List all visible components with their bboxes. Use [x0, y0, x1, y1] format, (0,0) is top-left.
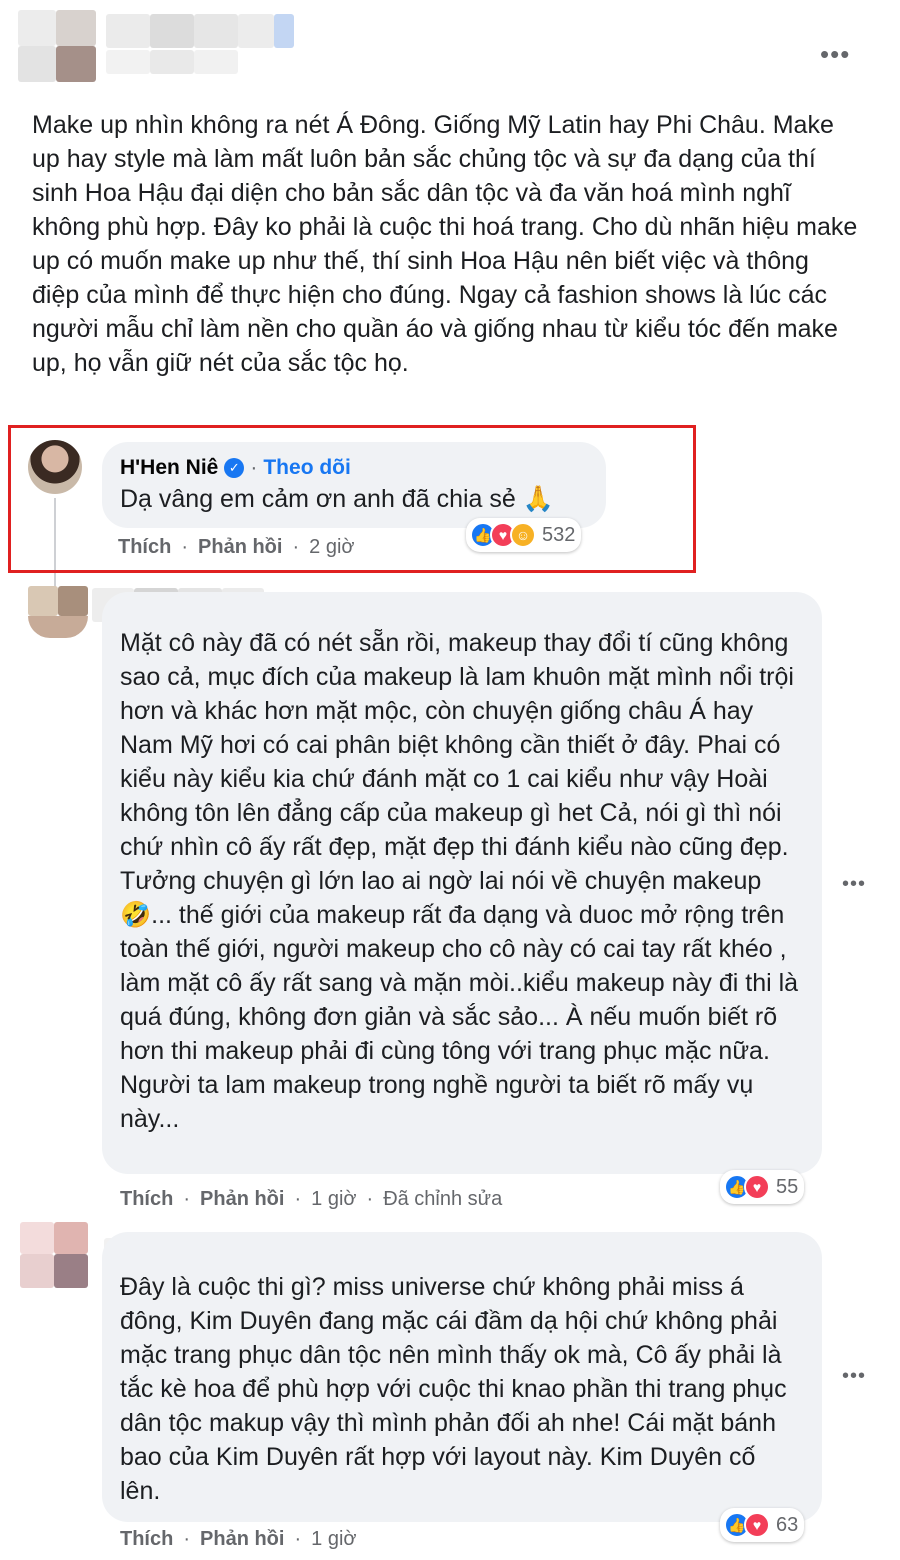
comment-more-options-icon[interactable]: •••	[842, 874, 866, 894]
love-icon: ♥	[744, 1512, 770, 1538]
reaction-summary[interactable]: 👍 ♥ 55	[720, 1170, 805, 1204]
reaction-count: 63	[776, 1513, 799, 1536]
comment-text: Đây là cuộc thi gì? miss universe chứ kh…	[120, 1273, 787, 1505]
like-button[interactable]: Thích	[120, 1528, 173, 1551]
comment-text: Mặt cô này đã có nét sẵn rồi, makeup tha…	[120, 629, 799, 1133]
highlight-frame	[8, 425, 696, 573]
reply-button[interactable]: Phản hồi	[200, 1528, 284, 1551]
comment-more-options-icon[interactable]: •••	[842, 1366, 866, 1386]
post-header: •••	[18, 10, 878, 90]
reaction-summary[interactable]: 👍 ♥ 63	[720, 1508, 805, 1542]
comment-actions: Thích · Phản hồi · 1 giờ · Đã chỉnh sửa	[120, 1188, 503, 1211]
love-icon: ♥	[744, 1174, 770, 1200]
post-text: Make up nhìn không ra nét Á Đông. Giống …	[32, 111, 858, 377]
comment-time[interactable]: 1 giờ	[311, 1528, 356, 1551]
reaction-count: 55	[776, 1175, 799, 1198]
comment-bubble: Mặt cô này đã có nét sẵn rồi, makeup tha…	[102, 592, 822, 1174]
facebook-post-card: ••• Make up nhìn không ra nét Á Đông. Gi…	[0, 0, 900, 1560]
edited-label: Đã chỉnh sửa	[383, 1188, 503, 1210]
comment-bubble: Đây là cuộc thi gì? miss universe chứ kh…	[102, 1232, 822, 1522]
like-button[interactable]: Thích	[120, 1188, 173, 1211]
comment-actions: Thích · Phản hồi · 1 giờ	[120, 1528, 357, 1551]
comment-time[interactable]: 1 giờ	[311, 1188, 356, 1211]
post-more-options-icon[interactable]: •••	[820, 41, 850, 67]
reply-button[interactable]: Phản hồi	[200, 1188, 284, 1211]
